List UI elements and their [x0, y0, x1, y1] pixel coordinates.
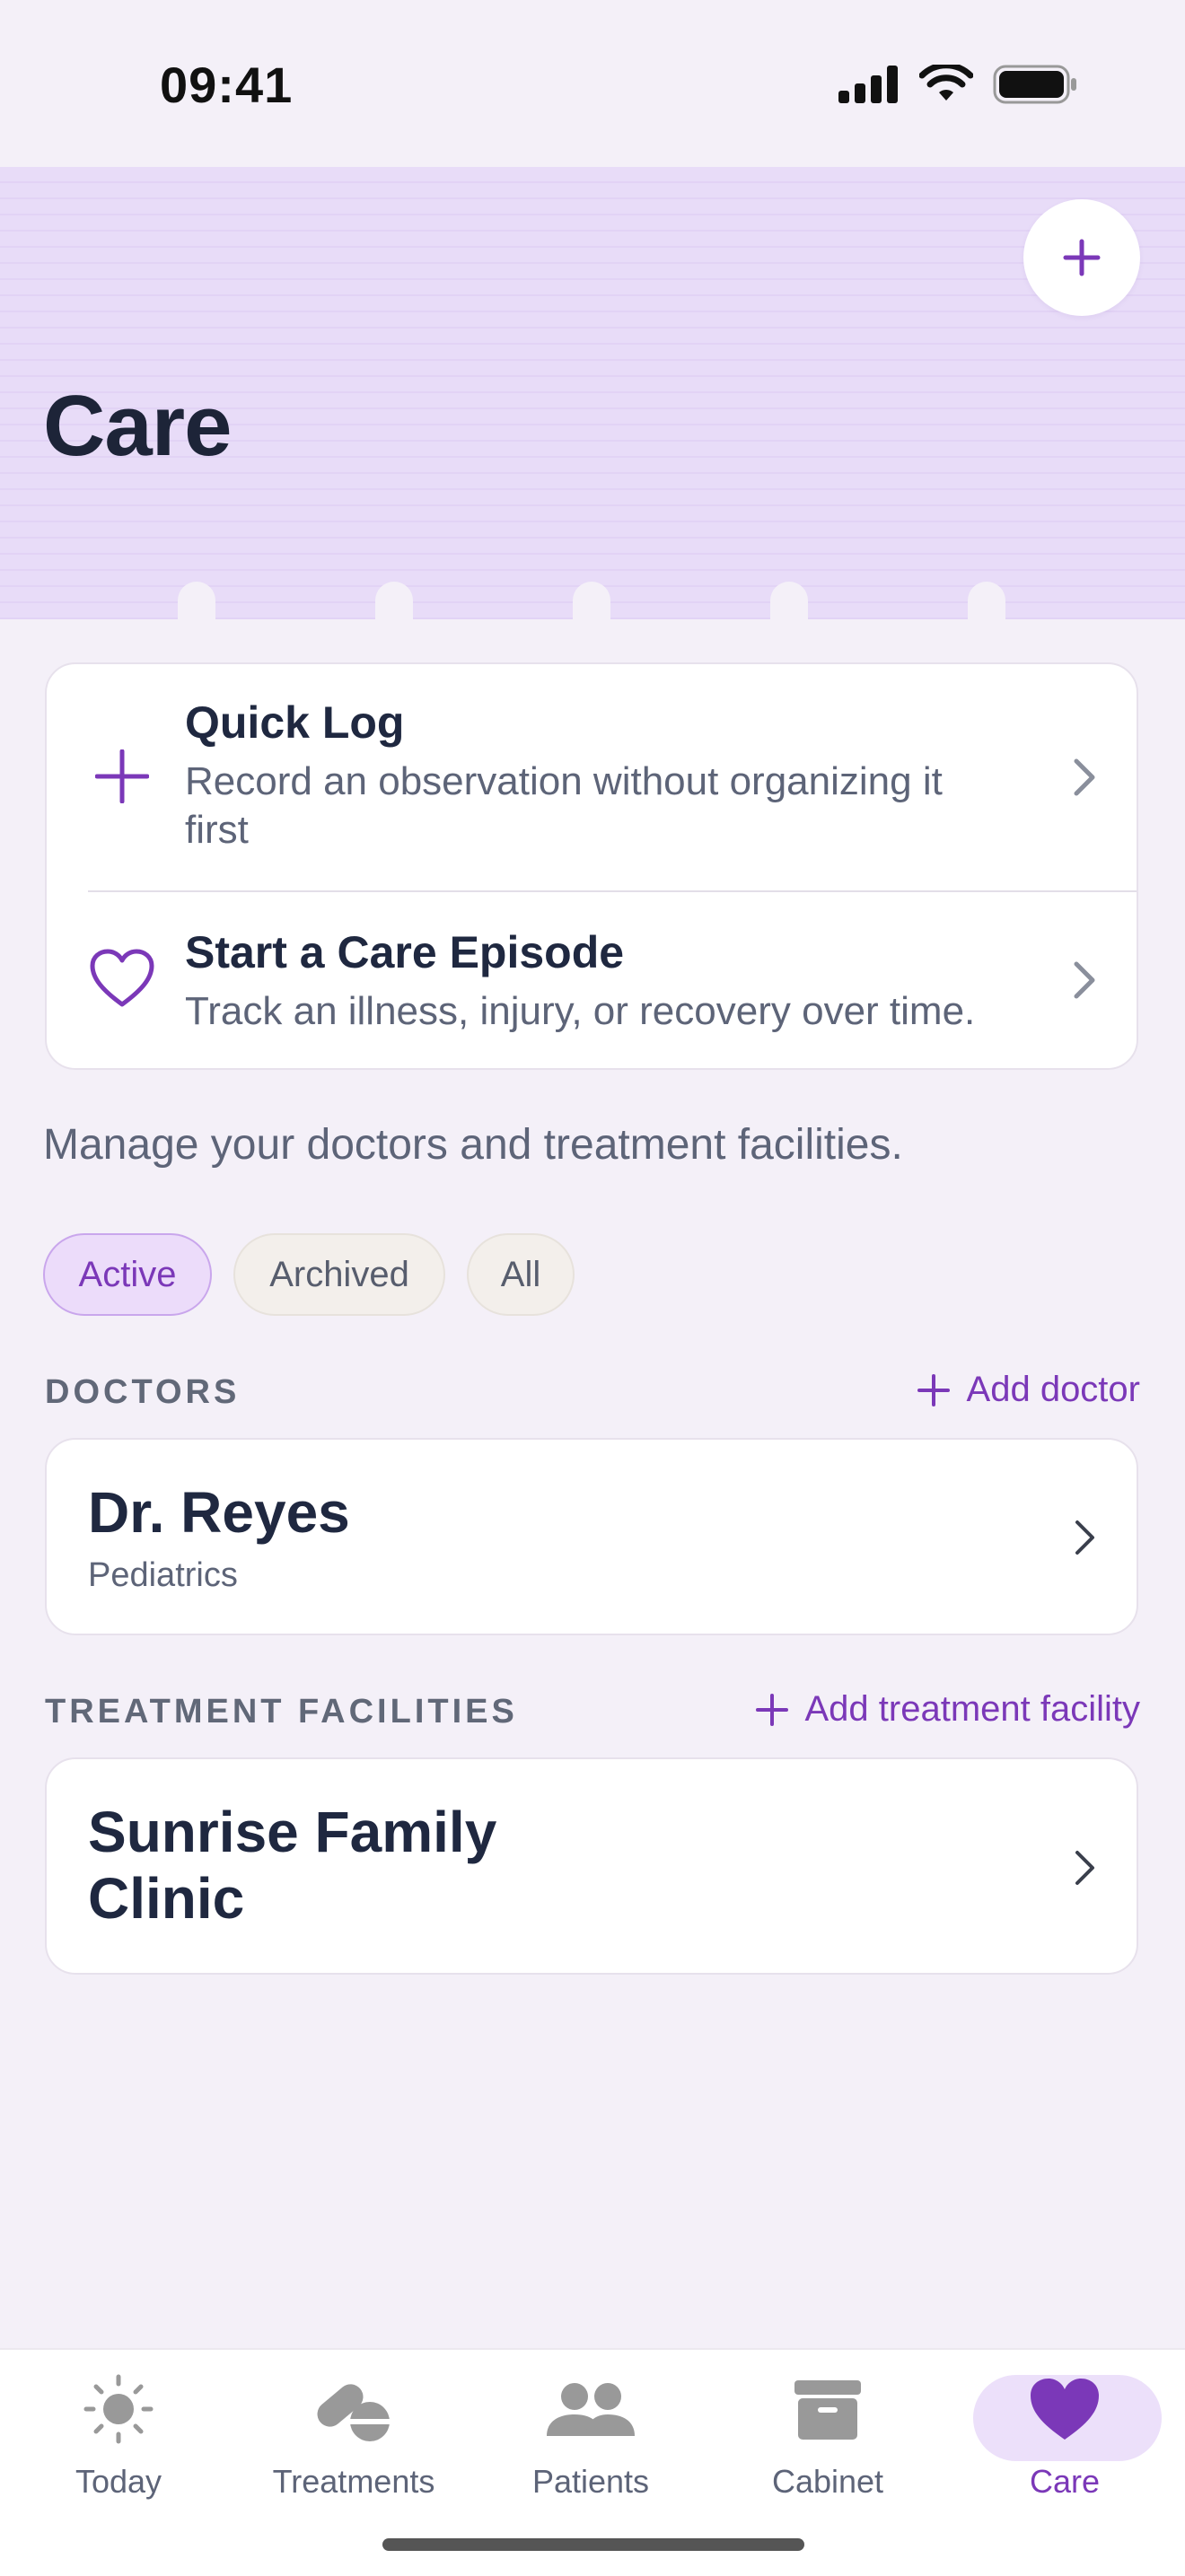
page-title: Care: [43, 378, 232, 474]
heart-outline-icon: [86, 942, 158, 1014]
plus-icon: [917, 1373, 950, 1406]
archive-box-icon: [738, 2371, 917, 2447]
header-bump: [968, 582, 1005, 626]
home-indicator: [382, 2538, 804, 2551]
doctor-card[interactable]: Dr. Reyes Pediatrics: [45, 1438, 1138, 1635]
chevron-right-icon: [1074, 758, 1095, 796]
header-bump: [178, 582, 215, 626]
doctors-section-label: DOCTORS: [45, 1373, 241, 1411]
intro-text: Manage your doctors and treatment facili…: [43, 1121, 903, 1169]
actions-card: Quick Log Record an observation without …: [45, 662, 1138, 1070]
add-button[interactable]: [1023, 199, 1140, 316]
pills-icon: [264, 2371, 443, 2447]
plus-icon: [1063, 239, 1101, 276]
facility-card[interactable]: Sunrise Family Clinic: [45, 1757, 1138, 1975]
start-care-episode-row[interactable]: Start a Care Episode Track an illness, i…: [47, 892, 1137, 1070]
add-doctor-label: Add doctor: [966, 1370, 1140, 1409]
heart-filled-icon: [975, 2371, 1154, 2447]
tab-care-label: Care: [1029, 2463, 1101, 2500]
tab-cabinet-label: Cabinet: [771, 2463, 884, 2500]
filter-chip-archived[interactable]: Archived: [233, 1233, 445, 1316]
add-facility-button[interactable]: Add treatment facility: [755, 1689, 1141, 1730]
header-bump: [770, 582, 808, 626]
wifi-icon: [919, 65, 973, 101]
header-bump: [375, 582, 413, 626]
tab-patients[interactable]: Patients: [501, 2366, 680, 2501]
tab-treatments-label: Treatments: [272, 2463, 435, 2500]
tab-today[interactable]: Today: [29, 2366, 208, 2501]
plus-icon: [86, 745, 158, 808]
add-facility-label: Add treatment facility: [804, 1689, 1141, 1729]
filter-chip-all[interactable]: All: [467, 1233, 575, 1316]
quick-log-row[interactable]: Quick Log Record an observation without …: [47, 664, 1137, 890]
quick-log-subtitle: Record an observation without organizing…: [185, 759, 943, 852]
quick-log-title: Quick Log: [185, 697, 405, 748]
facility-name: Sunrise Family Clinic: [88, 1800, 497, 1931]
tab-care[interactable]: Care: [975, 2366, 1154, 2501]
people-icon: [501, 2371, 680, 2447]
tab-today-label: Today: [75, 2463, 162, 2500]
tab-cabinet[interactable]: Cabinet: [738, 2366, 917, 2501]
status-icons: [838, 65, 1077, 104]
chevron-right-icon: [1075, 1520, 1094, 1555]
add-doctor-button[interactable]: Add doctor: [917, 1370, 1140, 1410]
chevron-right-icon: [1074, 961, 1095, 999]
filter-chip-active[interactable]: Active: [43, 1233, 212, 1316]
page-header: Care: [0, 167, 1185, 626]
doctor-specialty: Pediatrics: [88, 1556, 238, 1594]
tab-treatments[interactable]: Treatments: [264, 2366, 443, 2501]
status-bar: 09:41: [0, 0, 1185, 167]
plus-icon: [755, 1693, 788, 1726]
header-bump: [573, 582, 610, 626]
doctor-name: Dr. Reyes: [88, 1480, 350, 1545]
chevron-right-icon: [1075, 1851, 1094, 1885]
battery-icon: [993, 65, 1076, 104]
start-care-episode-subtitle: Track an illness, injury, or recovery ov…: [185, 989, 976, 1033]
sun-icon: [29, 2371, 208, 2447]
status-time: 09:41: [160, 57, 294, 113]
facilities-section-label: TREATMENT FACILITIES: [45, 1693, 518, 1730]
tab-patients-label: Patients: [531, 2463, 650, 2500]
cellular-signal-icon: [838, 66, 898, 103]
start-care-episode-title: Start a Care Episode: [185, 927, 625, 977]
